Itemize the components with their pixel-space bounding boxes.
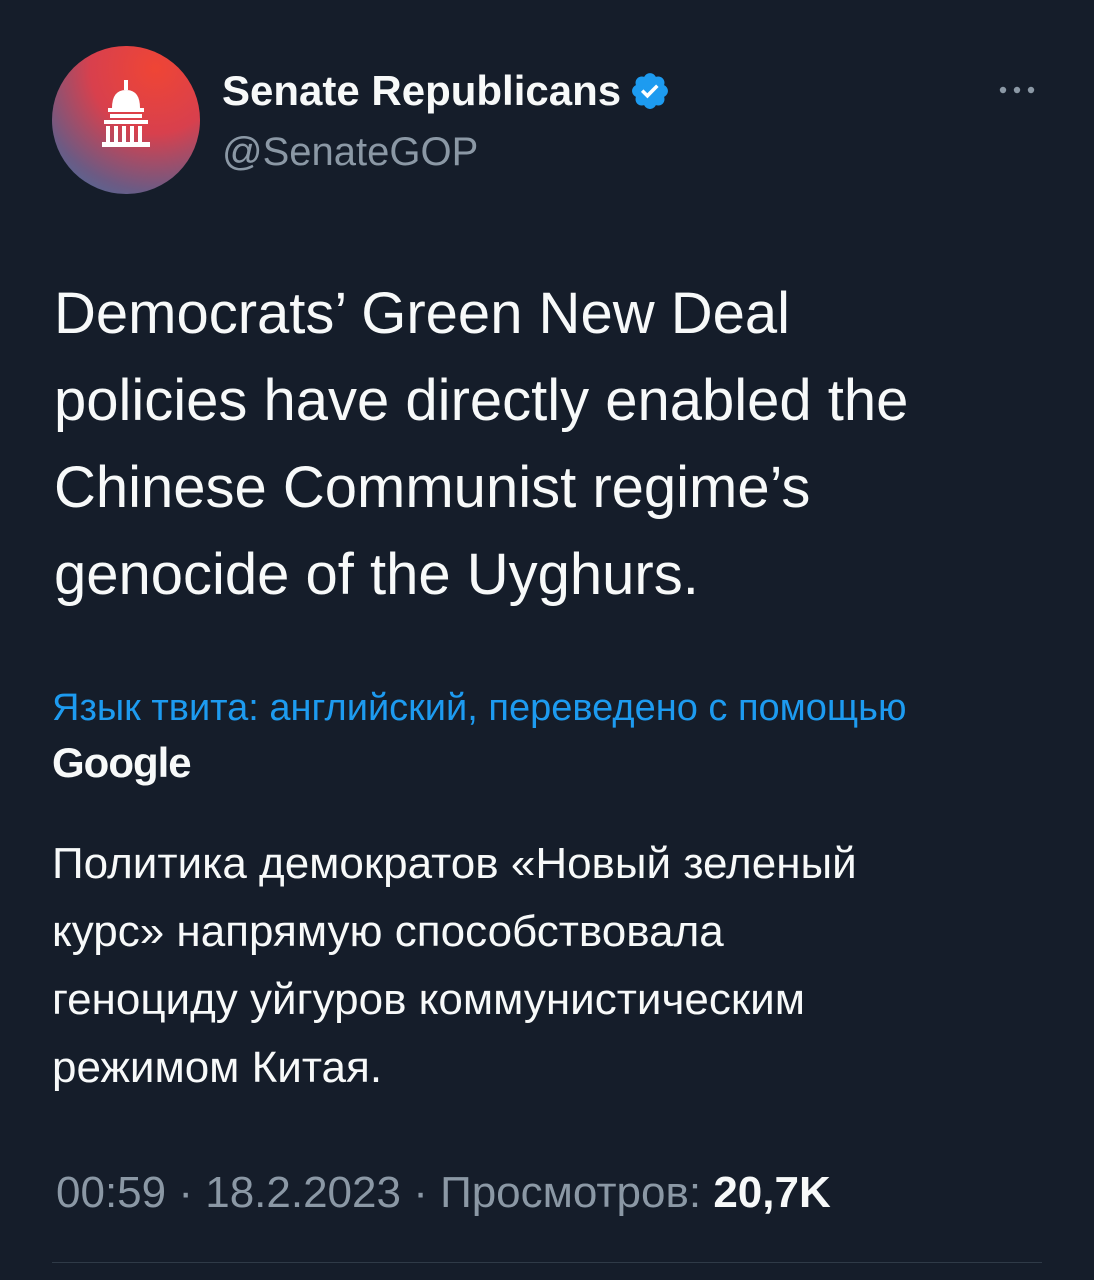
translated-text-line: Политика демократов «Новый зеленый bbox=[52, 839, 857, 888]
divider bbox=[52, 1262, 1042, 1263]
verified-badge-icon bbox=[632, 73, 669, 109]
tweet-date[interactable]: 18.2.2023 bbox=[205, 1168, 401, 1217]
tweet-text-line: genocide of the Uyghurs. bbox=[54, 542, 699, 607]
views-label: Просмотров: bbox=[440, 1168, 714, 1217]
views-count[interactable]: 20,7K bbox=[713, 1168, 830, 1217]
meta-separator: · bbox=[400, 1168, 441, 1217]
tweet-meta: 00:59 · 18.2.2023 · Просмотров: 20,7K bbox=[56, 1166, 831, 1220]
tweet-text-line: policies have directly enabled the bbox=[54, 368, 909, 433]
tweet-text-line: Chinese Communist regime’s bbox=[54, 455, 811, 520]
author-handle[interactable]: @SenateGOP bbox=[222, 128, 478, 176]
tweet-text-line: Democrats’ Green New Deal bbox=[54, 281, 790, 346]
tweet-text: Democrats’ Green New Deal policies have … bbox=[54, 270, 1054, 618]
translated-text-line: курс» напрямую способствовала bbox=[52, 907, 724, 956]
translated-text-line: режимом Китая. bbox=[52, 1043, 383, 1092]
tweet-time[interactable]: 00:59 bbox=[56, 1168, 166, 1217]
google-translate-logo: Google bbox=[52, 739, 192, 786]
translated-text: Политика демократов «Новый зеленый курс»… bbox=[52, 830, 1052, 1102]
author-display-name-row[interactable]: Senate Republicans bbox=[222, 66, 671, 116]
author-display-name[interactable]: Senate Republicans bbox=[222, 66, 621, 116]
capitol-dome-icon bbox=[102, 80, 150, 147]
translated-text-line: геноциду уйгуров коммунистическим bbox=[52, 975, 805, 1024]
translation-note-link[interactable]: Язык твита: английский, переведено с пом… bbox=[52, 684, 1038, 732]
avatar[interactable] bbox=[52, 46, 200, 194]
meta-separator: · bbox=[166, 1168, 206, 1217]
more-options-icon[interactable] bbox=[990, 70, 1044, 110]
